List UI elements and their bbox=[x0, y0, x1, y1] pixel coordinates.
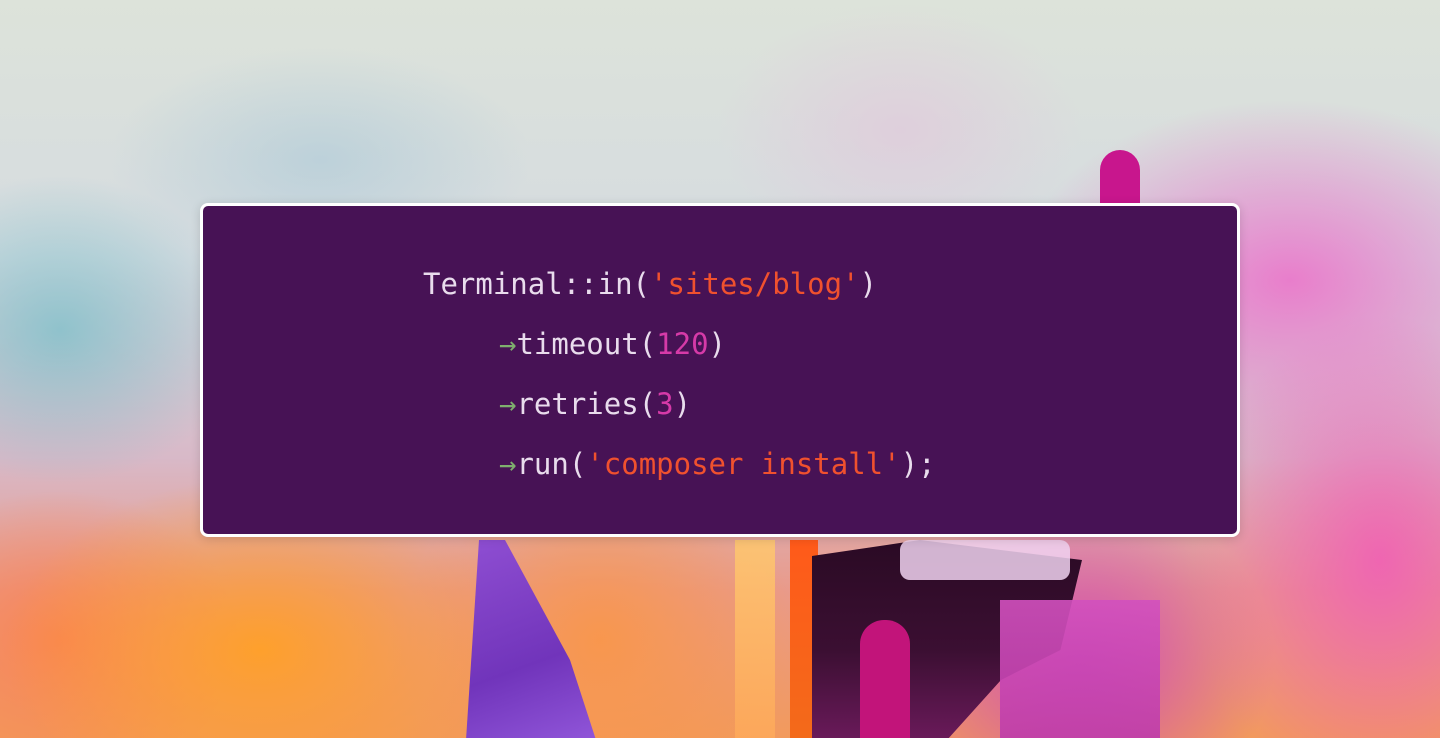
code-scope-operator: :: bbox=[562, 267, 598, 301]
code-paren-close: ) bbox=[708, 327, 727, 361]
code-card: Terminal::in('sites/blog') →timeout(120) →… bbox=[200, 203, 1240, 537]
code-paren-open: ( bbox=[632, 267, 650, 301]
banner: Terminal::in('sites/blog') →timeout(120) →… bbox=[0, 0, 1440, 738]
code-method-name: in bbox=[597, 267, 633, 301]
code-line: →timeout(120) bbox=[423, 314, 936, 374]
code-method-name: run bbox=[516, 447, 569, 481]
code-number: 3 bbox=[656, 387, 674, 421]
paint-stroke-magenta bbox=[860, 620, 910, 738]
code-string: 'composer install' bbox=[586, 447, 901, 481]
code-paren-close: ) bbox=[673, 387, 692, 421]
code-number: 120 bbox=[656, 327, 709, 361]
code-line: →run('composer install'); bbox=[423, 434, 936, 494]
paint-shape-pale bbox=[900, 540, 1070, 580]
paint-shape-pink bbox=[1000, 600, 1160, 738]
code-paren-open: ( bbox=[638, 387, 657, 421]
arrow-operator-icon: → bbox=[499, 447, 517, 481]
code-line: →retries(3) bbox=[423, 374, 936, 434]
arrow-operator-icon: → bbox=[499, 327, 517, 361]
code-paren-open: ( bbox=[568, 447, 587, 481]
code-line: Terminal::in('sites/blog') bbox=[423, 254, 936, 314]
paint-stroke-yellow bbox=[735, 540, 775, 738]
arrow-operator-icon: → bbox=[499, 387, 517, 421]
code-paren-close-semicolon: ); bbox=[900, 447, 936, 481]
code-string: 'sites/blog' bbox=[650, 267, 860, 301]
code-class-name: Terminal bbox=[423, 267, 563, 301]
code-method-name: retries bbox=[516, 387, 639, 421]
code-snippet: Terminal::in('sites/blog') →timeout(120) →… bbox=[423, 254, 936, 494]
code-paren-close: ) bbox=[859, 267, 877, 301]
code-paren-open: ( bbox=[638, 327, 657, 361]
code-method-name: timeout bbox=[516, 327, 639, 361]
